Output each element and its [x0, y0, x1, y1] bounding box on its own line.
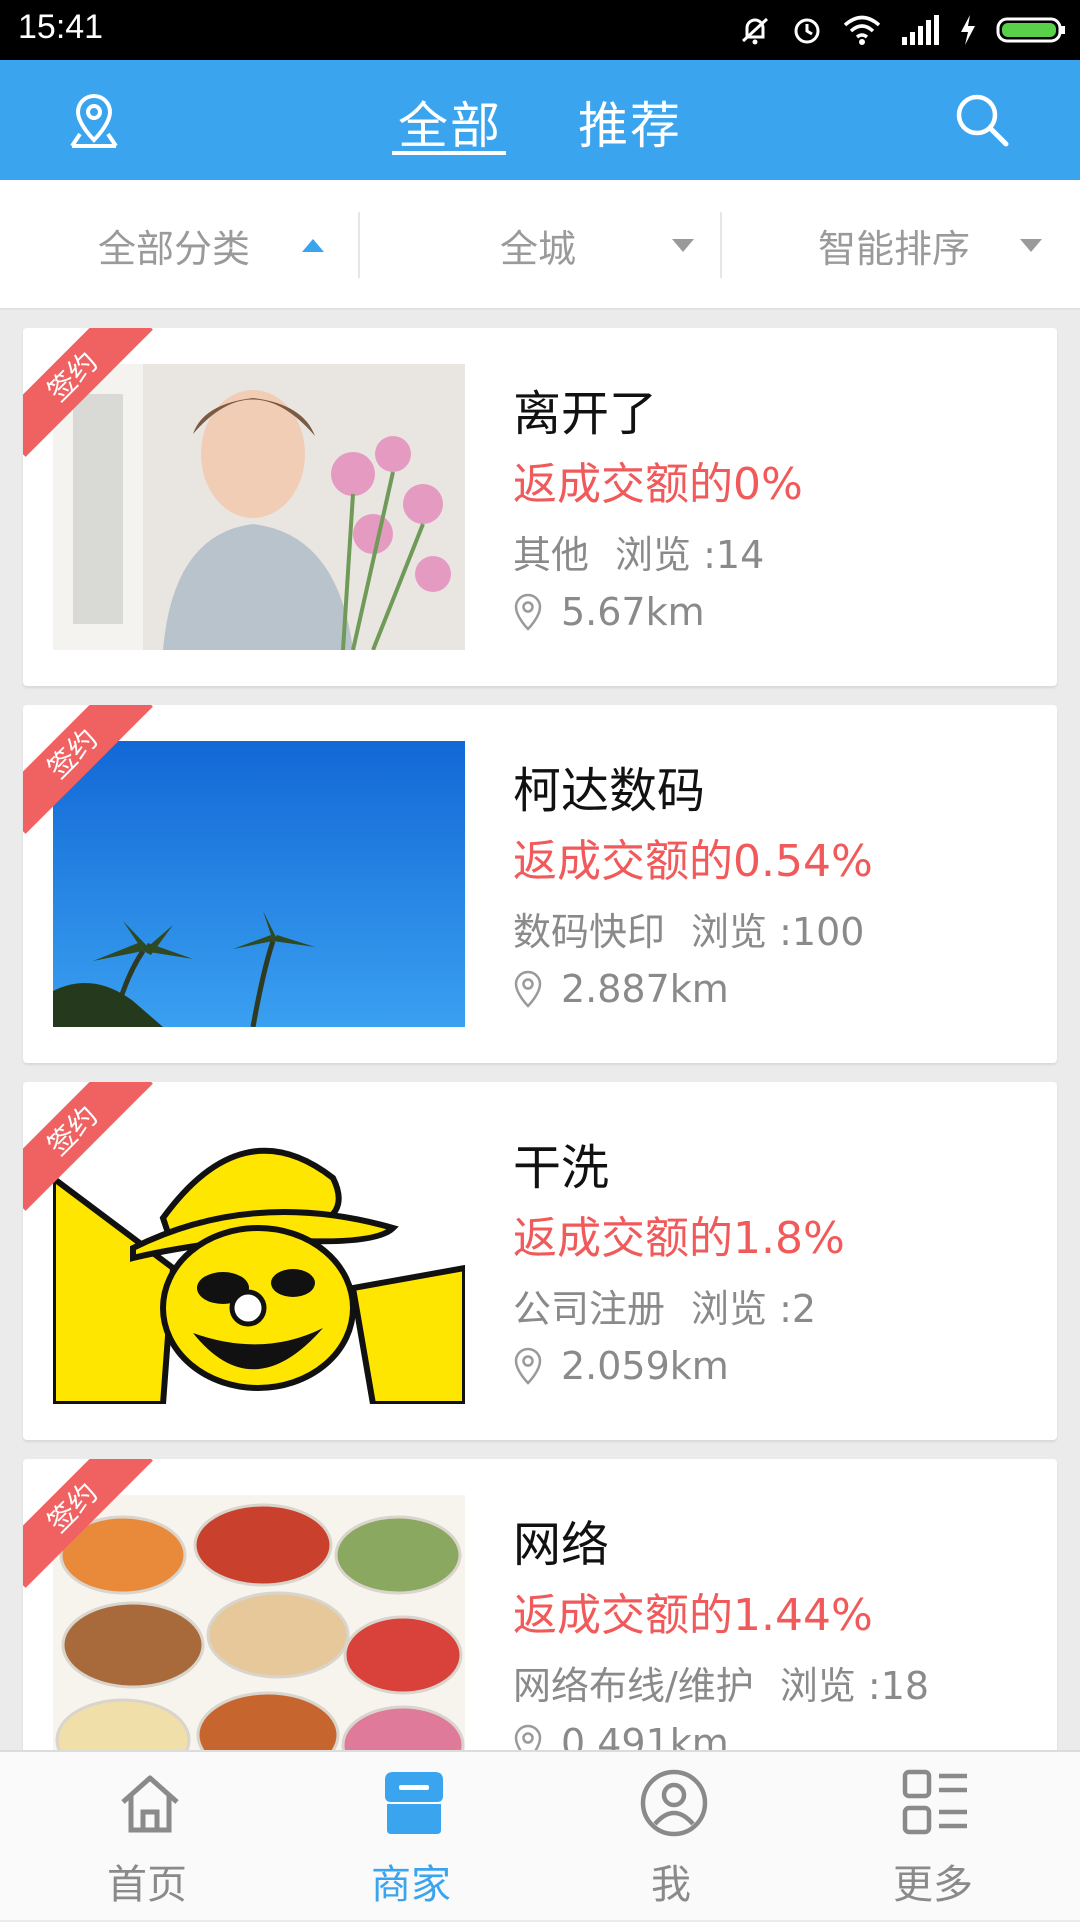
active-tab-indicator — [392, 151, 506, 155]
merchant-distance-value: 5.67km — [561, 590, 705, 634]
signal-icon — [902, 15, 939, 45]
more-list-icon — [902, 1769, 967, 1835]
nav-more-label: 更多 — [893, 1862, 973, 1908]
nav-merchants[interactable]: 商家 — [276, 1752, 546, 1922]
merchant-image — [53, 364, 465, 650]
merchant-meta: 其他 浏览 :14 — [513, 524, 764, 579]
merchant-card[interactable]: 签约 干洗 返成交额的1.8% 公司注册 浏览 :2 2.059km — [23, 1082, 1057, 1440]
nav-me-label: 我 — [651, 1862, 691, 1908]
merchant-card[interactable]: 签约 离开了 返成交额的0% 其他 浏览 :14 5.67km — [23, 328, 1057, 686]
status-icons — [738, 10, 1066, 50]
mute-icon — [741, 17, 769, 45]
location-pin-icon — [514, 970, 542, 1008]
merchant-rebate: 返成交额的1.8% — [513, 1213, 845, 1264]
shop-icon — [385, 1772, 443, 1834]
caret-down-icon — [1020, 238, 1043, 252]
nav-me[interactable]: 我 — [536, 1752, 806, 1922]
merchant-category: 网络布线/维护 — [513, 1664, 754, 1708]
merchant-name: 离开了 — [513, 386, 658, 442]
location-pin-icon — [514, 593, 542, 631]
map-pin-icon[interactable] — [66, 90, 122, 150]
merchant-category: 其他 — [513, 533, 590, 577]
merchant-meta: 数码快印 浏览 :100 — [513, 901, 864, 956]
merchant-rebate: 返成交额的0% — [513, 459, 803, 510]
merchant-category: 公司注册 — [513, 1287, 666, 1331]
alarm-icon — [794, 18, 820, 44]
filter-area[interactable]: 全城 — [500, 180, 695, 310]
merchant-distance: 5.67km — [513, 590, 705, 634]
location-pin-icon — [514, 1724, 542, 1750]
merchant-views: 浏览 :2 — [691, 1287, 817, 1331]
filter-bar: 全部分类 全城 智能排序 — [0, 180, 1080, 310]
filter-sort-label: 智能排序 — [818, 226, 971, 271]
filter-sort[interactable]: 智能排序 — [818, 180, 1043, 310]
nav-more[interactable]: 更多 — [798, 1752, 1068, 1922]
merchant-distance: 2.887km — [513, 967, 729, 1011]
merchant-name: 柯达数码 — [513, 763, 706, 819]
merchant-image — [53, 1118, 465, 1404]
status-bar: 15:41 — [0, 0, 1080, 60]
merchant-distance-value: 2.059km — [561, 1344, 729, 1388]
merchant-views: 浏览 :14 — [615, 533, 765, 577]
merchant-name: 干洗 — [513, 1140, 610, 1196]
merchant-image — [53, 1495, 465, 1750]
wifi-icon — [843, 15, 881, 45]
merchant-rebate: 返成交额的0.54% — [513, 836, 873, 887]
tab-recommended[interactable]: 推荐 — [578, 86, 682, 158]
nav-merchants-label: 商家 — [371, 1862, 451, 1908]
nav-home-label: 首页 — [107, 1862, 187, 1908]
merchant-name: 网络 — [513, 1517, 610, 1573]
merchant-category: 数码快印 — [513, 910, 666, 954]
user-icon — [640, 1769, 708, 1837]
location-pin-icon — [514, 1347, 542, 1385]
merchant-card[interactable]: 签约 柯达数码 返成交额的0.54% 数码快印 浏览 :100 2.887km — [23, 705, 1057, 1063]
merchant-distance-value: 0.491km — [561, 1721, 729, 1750]
merchant-meta: 公司注册 浏览 :2 — [513, 1278, 816, 1333]
merchant-views: 浏览 :100 — [691, 910, 865, 954]
filter-divider — [720, 212, 722, 278]
bottom-nav: 首页 商家 我 更多 — [0, 1750, 1080, 1920]
merchant-card[interactable]: 签约 网络 返成交额的1.44% 网络布线/维护 浏览 :18 0.491km — [23, 1459, 1057, 1750]
top-bar: 全部 推荐 — [0, 60, 1080, 180]
filter-divider — [358, 212, 360, 278]
merchant-meta: 网络布线/维护 浏览 :18 — [513, 1655, 929, 1710]
merchant-list: 签约 离开了 返成交额的0% 其他 浏览 :14 5.67km 签约 柯达数码 返… — [0, 312, 1080, 1750]
status-time: 15:41 — [18, 8, 104, 46]
merchant-rebate: 返成交额的1.44% — [513, 1590, 873, 1641]
filter-category-label: 全部分类 — [98, 226, 251, 271]
nav-home[interactable]: 首页 — [12, 1752, 282, 1922]
caret-down-icon — [672, 238, 695, 252]
battery-icon — [996, 17, 1065, 43]
search-icon[interactable] — [952, 90, 1012, 150]
merchant-distance: 0.491km — [513, 1721, 729, 1750]
filter-category[interactable]: 全部分类 — [98, 180, 325, 310]
merchant-views: 浏览 :18 — [779, 1664, 930, 1708]
merchant-distance-value: 2.887km — [561, 967, 729, 1011]
merchant-distance: 2.059km — [513, 1344, 729, 1388]
charging-icon — [961, 15, 975, 45]
merchant-image — [53, 741, 465, 1027]
filter-area-label: 全城 — [500, 226, 577, 271]
home-icon — [121, 1775, 179, 1833]
caret-up-icon — [302, 238, 325, 252]
tab-all[interactable]: 全部 — [398, 86, 502, 158]
